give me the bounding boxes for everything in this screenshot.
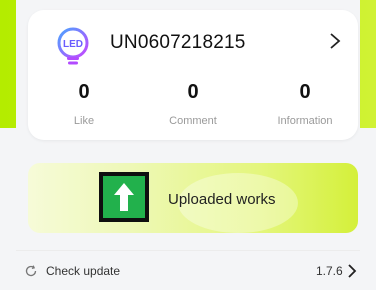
username: UN0607218215 <box>110 32 246 53</box>
check-update-row[interactable]: Check update 1.7.6 <box>0 262 376 288</box>
check-update-label: Check update <box>46 264 121 278</box>
led-bulb-icon[interactable]: LED <box>52 26 94 68</box>
chevron-right-icon[interactable] <box>346 262 358 280</box>
stat-comment[interactable]: 0 Comment <box>138 82 248 127</box>
uploaded-works-label: Uploaded works <box>168 191 276 208</box>
stat-information-value: 0 <box>299 81 311 103</box>
stat-information-label: Information <box>277 115 333 127</box>
stat-like[interactable]: 0 Like <box>29 82 139 127</box>
chevron-right-icon[interactable] <box>328 31 342 51</box>
stat-like-value: 0 <box>78 81 90 103</box>
upload-arrow-icon <box>99 172 149 222</box>
stat-like-label: Like <box>73 115 95 127</box>
version-text: 1.7.6 <box>316 264 343 278</box>
uploaded-works-card[interactable]: Uploaded works <box>28 163 358 233</box>
svg-text:LED: LED <box>63 39 83 50</box>
stat-comment-value: 0 <box>187 81 199 103</box>
profile-card[interactable]: LED UN0607218215 0 Like 0 Comment 0 Info… <box>28 10 358 140</box>
stat-information[interactable]: 0 Information <box>250 82 360 127</box>
divider <box>16 250 360 251</box>
stat-comment-label: Comment <box>169 115 217 127</box>
stats-row: 0 Like 0 Comment 0 Information <box>28 82 358 132</box>
refresh-icon <box>25 265 37 277</box>
